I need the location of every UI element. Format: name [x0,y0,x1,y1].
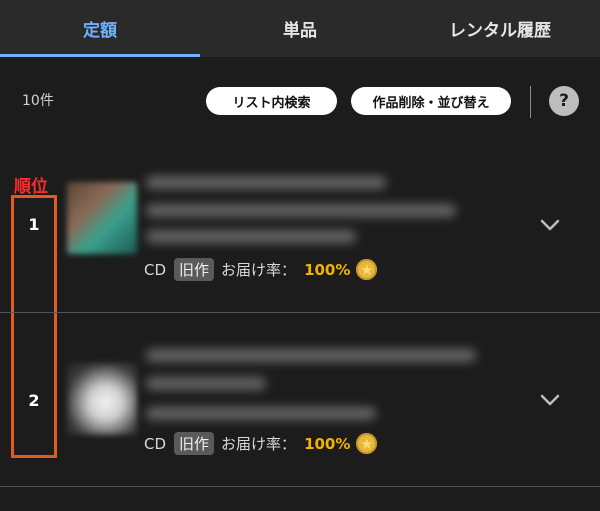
item-meta: CD 旧作 お届け率： 100% ★ [144,432,378,455]
blurred-artist-line [146,230,356,243]
tab-rental-history[interactable]: レンタル履歴 [400,0,600,57]
chevron-down-icon[interactable] [540,218,560,232]
list-item[interactable]: 2 CD 旧作 お届け率： 100% ★ [0,313,600,486]
catalog-tag: 旧作 [174,432,215,455]
rank-number: 2 [28,391,40,410]
blurred-title-line [146,349,476,362]
toolbar-divider [530,86,531,118]
delivery-rate-label: お届け率： [221,261,297,279]
chevron-down-icon[interactable] [540,393,560,407]
star-icon: ★ [356,259,378,280]
delivery-rate-value: 100% [304,260,351,279]
blurred-title-line [146,204,456,217]
blurred-artist-line [146,407,376,420]
catalog-tag: 旧作 [174,258,215,281]
delivery-rate-value: 100% [304,434,351,453]
format-label: CD [144,260,167,279]
blurred-title-line [146,377,266,390]
row-divider [0,486,600,487]
tab-subscription[interactable]: 定額 [0,0,200,57]
help-icon[interactable]: ? [549,86,579,116]
album-thumbnail [67,363,137,435]
album-thumbnail [67,182,137,254]
tab-single-item[interactable]: 単品 [200,0,400,57]
star-icon: ★ [356,433,378,454]
delivery-rate-label: お届け率： [221,435,297,453]
tab-bar: 定額 単品 レンタル履歴 [0,0,600,57]
format-label: CD [144,434,167,453]
blurred-title-line [146,176,386,189]
rank-number: 1 [28,215,40,234]
list-item[interactable]: 1 CD 旧作 お届け率： 100% ★ [0,160,600,312]
delete-reorder-button[interactable]: 作品削除・並び替え [351,87,511,115]
item-meta: CD 旧作 お届け率： 100% ★ [144,258,378,281]
list-search-button[interactable]: リスト内検索 [206,87,337,115]
item-count: 10件 [22,93,54,109]
